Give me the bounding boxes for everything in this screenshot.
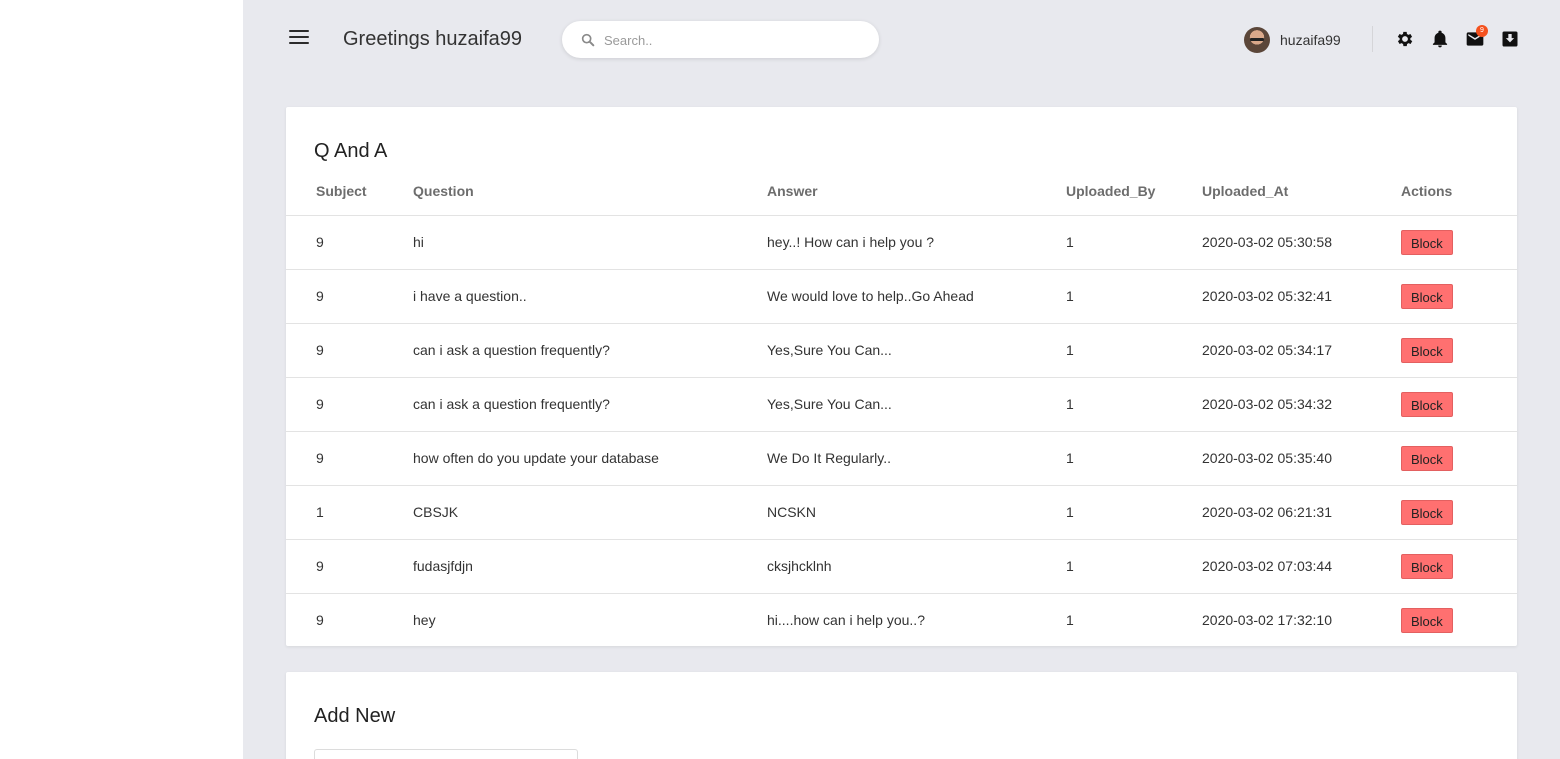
cell-uploaded-by: 1 xyxy=(1066,612,1074,629)
cell-answer: NCSKN xyxy=(767,485,1066,540)
table-row: 9 how often do you update your database We… xyxy=(286,431,1517,486)
cell-actions: Block xyxy=(1401,377,1517,432)
block-button[interactable]: Block xyxy=(1401,499,1453,525)
cell-uploaded-by: 1 xyxy=(1066,269,1202,324)
table-row: 9 hi hey..! How can i help you ? 1 2020-03-0… xyxy=(286,215,1517,270)
cell-uploaded-at: 2020-03-02 05:34:32 xyxy=(1202,377,1401,432)
block-button[interactable]: Block xyxy=(1401,283,1453,309)
header: Greetings huzaifa99 huzaifa99 9 xyxy=(243,0,1560,80)
col-uploaded-at: Uploaded_At xyxy=(1202,177,1401,216)
cell-subject: 1 xyxy=(286,485,413,540)
cell-subject: 9 xyxy=(286,539,413,594)
download-icon[interactable] xyxy=(1500,29,1520,49)
cell-subject: 9 xyxy=(286,323,413,378)
cell-answer: Yes,Sure You Can... xyxy=(767,323,1066,378)
cell-actions: Block xyxy=(1401,539,1517,594)
cell-answer: cksjhcklnh xyxy=(767,539,1066,594)
block-button[interactable]: Block xyxy=(1401,229,1453,255)
cell-question: hey xyxy=(413,612,436,629)
cell-actions: Block xyxy=(1401,323,1517,378)
cell-uploaded-at: 2020-03-02 05:30:58 xyxy=(1202,215,1401,270)
add-new-title: Add New xyxy=(314,705,396,727)
table-row: 9i have a question.. We would love to hel… xyxy=(286,269,1517,324)
cell-answer: hi....how can i help you..? xyxy=(767,612,925,629)
cell-question: CBSJK xyxy=(413,485,767,540)
cell-subject: 9 xyxy=(286,269,413,324)
col-actions: Actions xyxy=(1401,177,1517,216)
cell-subject: 9 xyxy=(316,612,324,629)
col-question: Question xyxy=(413,177,767,216)
cell-uploaded-by: 1 xyxy=(1066,377,1202,432)
block-button[interactable]: Block xyxy=(1401,607,1453,633)
search-input[interactable] xyxy=(604,29,864,51)
block-button[interactable]: Block xyxy=(1401,391,1453,417)
header-divider xyxy=(1372,26,1373,52)
cell-uploaded-at: 2020-03-02 05:35:40 xyxy=(1202,431,1401,486)
table-row: 9 hey hi....how can i help you..? 1 2020-03-… xyxy=(286,593,1517,647)
cell-uploaded-at: 2020-03-02 05:34:17 xyxy=(1202,323,1401,378)
table-row: 9 fudasjfdjn cksjhcklnh 1 2020-03-02 07:03:4… xyxy=(286,539,1517,594)
search-bar xyxy=(562,21,879,58)
cell-question: hi xyxy=(413,215,767,270)
qa-card: Q And A Subject Question Answer Uploaded… xyxy=(286,107,1517,646)
table-row: 9 can i ask a question frequently? Yes,Sur… xyxy=(286,377,1517,432)
table-header-row: Subject Question Answer Uploaded_By Uplo… xyxy=(286,177,1517,216)
cell-uploaded-by: 1 xyxy=(1066,323,1202,378)
cell-subject: 9 xyxy=(286,377,413,432)
col-answer: Answer xyxy=(767,177,1066,216)
sidebar xyxy=(0,0,243,759)
mail-badge: 9 xyxy=(1476,25,1488,37)
cell-actions: Block xyxy=(1401,485,1517,540)
cell-uploaded-at: 2020-03-02 07:03:44 xyxy=(1202,539,1401,594)
qa-title: Q And A xyxy=(314,140,388,162)
mail-button[interactable]: 9 xyxy=(1465,25,1488,49)
cell-actions: Block xyxy=(1401,215,1517,270)
cell-answer: We Do It Regularly.. xyxy=(767,431,1066,486)
add-new-card: Add New xyxy=(286,672,1517,759)
cell-question: i have a question.. xyxy=(413,269,767,324)
col-uploaded-by: Uploaded_By xyxy=(1066,177,1202,216)
block-button[interactable]: Block xyxy=(1401,553,1453,579)
cell-answer: Yes,Sure You Can... xyxy=(767,377,1066,432)
cell-uploaded-by: 1 xyxy=(1066,485,1202,540)
cell-uploaded-by: 1 xyxy=(1066,431,1202,486)
cell-uploaded-at: 2020-03-02 05:32:41 xyxy=(1202,269,1401,324)
table-row: 1 CBSJK NCSKN 1 2020-03-02 06:21:31 Block xyxy=(286,485,1517,540)
col-subject: Subject xyxy=(286,177,413,216)
greeting-title: Greetings huzaifa99 xyxy=(343,28,523,50)
cell-subject: 9 xyxy=(286,431,413,486)
cell-uploaded-at: 2020-03-02 17:32:10 xyxy=(1202,612,1332,629)
cell-uploaded-by: 1 xyxy=(1066,215,1202,270)
cell-answer: We would love to help..Go Ahead xyxy=(767,269,1066,324)
add-new-field[interactable] xyxy=(314,749,578,759)
user-profile[interactable]: huzaifa99 xyxy=(1244,27,1341,53)
cell-question: can i ask a question frequently? xyxy=(413,323,767,378)
cell-question: fudasjfdjn xyxy=(413,539,767,594)
cell-actions: Block xyxy=(1401,431,1517,486)
block-button[interactable]: Block xyxy=(1401,337,1453,363)
cell-question: how often do you update your database xyxy=(413,431,767,486)
table-row: 9 can i ask a question frequently? Yes,Sur… xyxy=(286,323,1517,378)
cell-question: can i ask a question frequently? xyxy=(413,377,767,432)
cell-uploaded-by: 1 xyxy=(1066,539,1202,594)
search-icon xyxy=(581,33,595,47)
block-button[interactable]: Block xyxy=(1401,445,1453,471)
cell-uploaded-at: 2020-03-02 06:21:31 xyxy=(1202,485,1401,540)
gear-icon[interactable] xyxy=(1395,29,1415,49)
cell-actions: Block xyxy=(1401,269,1517,324)
qa-table: Subject Question Answer Uploaded_By Uplo… xyxy=(286,177,1517,647)
avatar xyxy=(1244,27,1270,53)
main-area: Greetings huzaifa99 huzaifa99 9 xyxy=(243,0,1560,759)
username: huzaifa99 xyxy=(1280,32,1341,48)
cell-answer: hey..! How can i help you ? xyxy=(767,215,1066,270)
menu-icon[interactable] xyxy=(289,30,309,48)
bell-icon[interactable] xyxy=(1430,29,1450,49)
cell-actions: Block xyxy=(1401,593,1517,647)
cell-subject: 9 xyxy=(286,215,413,270)
